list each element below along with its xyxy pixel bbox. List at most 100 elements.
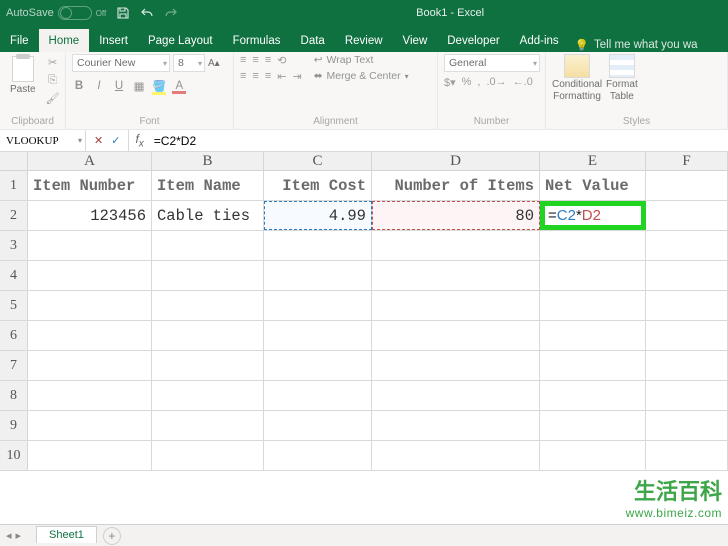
row-header-10[interactable]: 10 xyxy=(0,441,28,470)
align-top-icon[interactable]: ≡ xyxy=(240,54,246,67)
cell[interactable] xyxy=(646,291,728,320)
cell-a1[interactable]: Item Number xyxy=(28,171,152,200)
sheet-nav-next-icon[interactable]: ▸ xyxy=(16,529,22,542)
tab-file[interactable]: File xyxy=(0,29,39,52)
cell[interactable] xyxy=(264,321,372,350)
row-header-9[interactable]: 9 xyxy=(0,411,28,440)
cell[interactable] xyxy=(28,411,152,440)
cell[interactable] xyxy=(152,291,264,320)
col-header-e[interactable]: E xyxy=(540,152,646,170)
col-header-a[interactable]: A xyxy=(28,152,152,170)
save-icon[interactable] xyxy=(116,6,130,20)
cell[interactable] xyxy=(372,261,540,290)
border-button[interactable]: ▦ xyxy=(132,79,146,93)
cell[interactable] xyxy=(372,441,540,470)
col-header-b[interactable]: B xyxy=(152,152,264,170)
font-size-combo[interactable]: 8 xyxy=(173,54,205,72)
cell[interactable] xyxy=(540,321,646,350)
tab-review[interactable]: Review xyxy=(335,29,393,52)
percent-button[interactable]: % xyxy=(462,76,472,89)
cell[interactable] xyxy=(372,231,540,260)
copy-icon[interactable]: ⎘ xyxy=(44,72,62,88)
cell[interactable] xyxy=(28,231,152,260)
row-header-2[interactable]: 2 xyxy=(0,201,28,230)
row-header-5[interactable]: 5 xyxy=(0,291,28,320)
tab-addins[interactable]: Add-ins xyxy=(510,29,569,52)
cell-e2-editing[interactable]: =C2*D2 xyxy=(540,201,646,230)
cancel-formula-icon[interactable]: ✕ xyxy=(94,134,103,147)
cell[interactable] xyxy=(540,351,646,380)
increase-font-icon[interactable]: A▴ xyxy=(208,58,220,69)
cell[interactable] xyxy=(28,381,152,410)
align-bottom-icon[interactable]: ≡ xyxy=(265,54,271,67)
orientation-icon[interactable]: ⟲ xyxy=(277,54,286,67)
align-center-icon[interactable]: ≡ xyxy=(252,70,258,83)
cell[interactable] xyxy=(264,441,372,470)
italic-button[interactable]: I xyxy=(92,80,106,92)
align-middle-icon[interactable]: ≡ xyxy=(252,54,258,67)
tab-insert[interactable]: Insert xyxy=(89,29,138,52)
cell[interactable] xyxy=(264,231,372,260)
format-table-button[interactable]: Format Table xyxy=(606,54,638,102)
tab-data[interactable]: Data xyxy=(291,29,335,52)
font-color-button[interactable]: A xyxy=(172,80,186,92)
cell[interactable] xyxy=(264,261,372,290)
cell[interactable] xyxy=(646,261,728,290)
font-name-combo[interactable]: Courier New xyxy=(72,54,170,72)
cell[interactable] xyxy=(264,291,372,320)
cell-c1[interactable]: Item Cost xyxy=(264,171,372,200)
decrease-indent-icon[interactable]: ⇤ xyxy=(277,70,286,83)
cell[interactable] xyxy=(152,441,264,470)
format-painter-icon[interactable]: 🖌 xyxy=(44,90,62,106)
cell[interactable] xyxy=(540,411,646,440)
formula-input[interactable]: =C2*D2 xyxy=(150,130,728,151)
tell-me-search[interactable]: 💡 Tell me what you wa xyxy=(575,38,698,52)
cell[interactable] xyxy=(646,381,728,410)
cell-d2[interactable]: 80 xyxy=(372,201,540,230)
cell[interactable] xyxy=(152,231,264,260)
cell[interactable] xyxy=(646,351,728,380)
cell-d1[interactable]: Number of Items xyxy=(372,171,540,200)
cell[interactable] xyxy=(264,381,372,410)
conditional-formatting-button[interactable]: Conditional Formatting xyxy=(552,54,602,102)
col-header-d[interactable]: D xyxy=(372,152,540,170)
cut-icon[interactable]: ✂ xyxy=(44,54,62,70)
col-header-f[interactable]: F xyxy=(646,152,728,170)
cell[interactable] xyxy=(540,381,646,410)
cell[interactable] xyxy=(28,351,152,380)
tab-developer[interactable]: Developer xyxy=(437,29,509,52)
wrap-text-button[interactable]: ↩Wrap Text xyxy=(314,54,409,66)
autosave-toggle[interactable]: AutoSave Off xyxy=(6,6,106,20)
align-right-icon[interactable]: ≡ xyxy=(265,70,271,83)
currency-button[interactable]: $▾ xyxy=(444,76,456,89)
cell[interactable] xyxy=(372,321,540,350)
tab-page-layout[interactable]: Page Layout xyxy=(138,29,223,52)
paste-button[interactable]: Paste xyxy=(6,54,40,97)
cell[interactable] xyxy=(152,351,264,380)
redo-icon[interactable] xyxy=(164,7,178,19)
cell[interactable] xyxy=(372,291,540,320)
cell[interactable] xyxy=(28,261,152,290)
align-left-icon[interactable]: ≡ xyxy=(240,70,246,83)
cell[interactable] xyxy=(646,321,728,350)
cell[interactable] xyxy=(264,351,372,380)
cell[interactable] xyxy=(540,231,646,260)
cell[interactable] xyxy=(264,411,372,440)
cell[interactable] xyxy=(372,411,540,440)
cell[interactable] xyxy=(28,321,152,350)
sheet-tab-sheet1[interactable]: Sheet1 xyxy=(36,526,97,543)
tab-home[interactable]: Home xyxy=(39,29,90,52)
comma-button[interactable]: , xyxy=(477,76,480,89)
cell-a2[interactable]: 123456 xyxy=(28,201,152,230)
fill-color-button[interactable]: 🪣 xyxy=(152,79,166,93)
row-header-6[interactable]: 6 xyxy=(0,321,28,350)
cell-f2[interactable] xyxy=(646,201,728,230)
row-header-3[interactable]: 3 xyxy=(0,231,28,260)
row-header-4[interactable]: 4 xyxy=(0,261,28,290)
select-all-corner[interactable] xyxy=(0,152,28,170)
cell[interactable] xyxy=(28,291,152,320)
cell[interactable] xyxy=(646,411,728,440)
cell-e1[interactable]: Net Value xyxy=(540,171,646,200)
enter-formula-icon[interactable]: ✓ xyxy=(111,134,120,147)
cell-b2[interactable]: Cable ties xyxy=(152,201,264,230)
